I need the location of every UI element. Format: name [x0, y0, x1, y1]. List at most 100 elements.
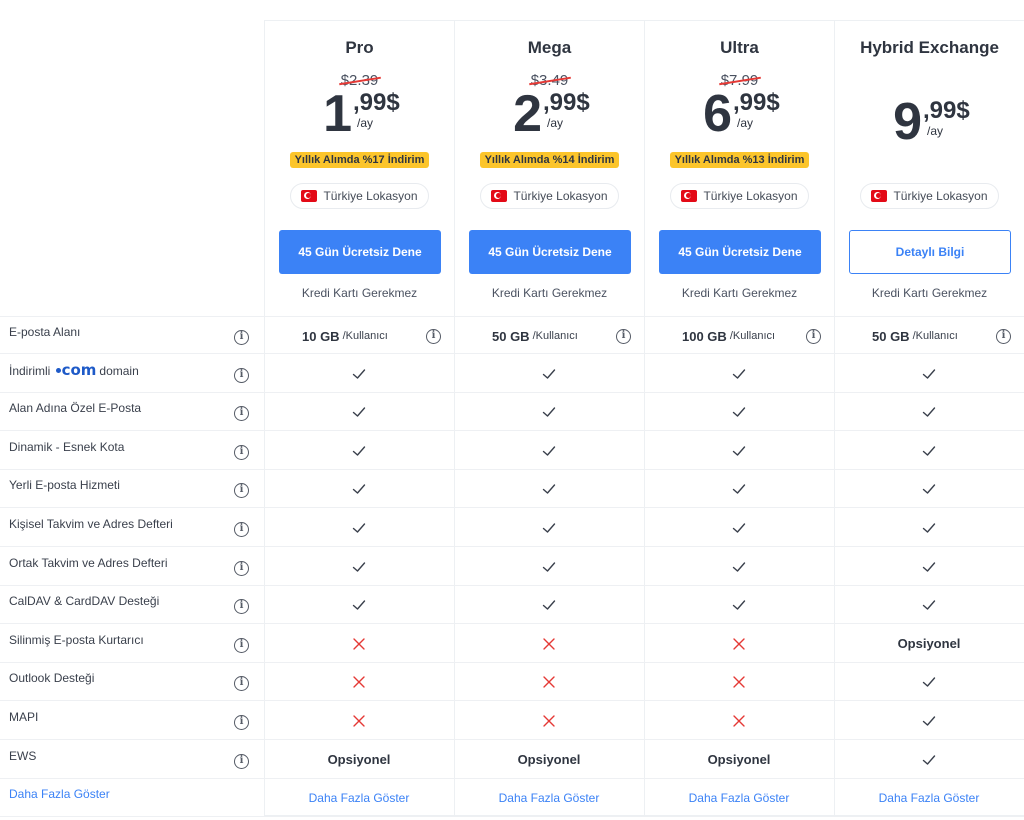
quota-cell: 50 GB/Kullanıcı i [454, 317, 644, 355]
info-icon[interactable]: i [234, 406, 249, 422]
check-cell [834, 663, 1024, 701]
free-trial-button[interactable]: 45 Gün Ücretsiz Dene [469, 230, 631, 274]
check-cell [264, 470, 454, 508]
cross-icon [352, 714, 366, 728]
show-more-link[interactable]: Daha Fazla Göster [689, 791, 790, 805]
price-integer: 6 [703, 85, 732, 143]
show-more-link[interactable]: Daha Fazla Göster [879, 791, 980, 805]
info-icon[interactable]: i [234, 330, 249, 345]
check-icon [541, 597, 557, 613]
location-badge: Türkiye Lokasyon [455, 183, 644, 209]
info-icon[interactable]: i [234, 637, 249, 653]
turkey-flag-icon [681, 190, 698, 202]
info-icon[interactable]: i [806, 329, 821, 344]
optional-label: Opsiyonel [897, 636, 961, 652]
info-icon[interactable]: i [234, 715, 249, 730]
cross-icon [542, 714, 556, 728]
feature-label: Outlook Desteği [9, 671, 95, 686]
info-icon[interactable]: i [234, 753, 249, 769]
optional-label: Opsiyonel [517, 752, 581, 768]
optional-cell: Opsiyonel [454, 741, 644, 779]
cross-cell [454, 663, 644, 701]
check-cell [834, 470, 1024, 508]
info-icon[interactable]: i [234, 367, 249, 383]
check-cell [644, 509, 834, 547]
check-icon [351, 443, 367, 459]
feature-row-custom-domain-email: Alan Adına Özel E-Posta i [0, 393, 1024, 432]
quota-cell: 100 GB/Kullanıcı i [644, 317, 834, 355]
check-cell [644, 548, 834, 586]
quota-cell: 50 GB/Kullanıcı i [834, 317, 1024, 355]
cross-icon [352, 637, 366, 651]
check-icon [541, 404, 557, 420]
show-more-link[interactable]: Daha Fazla Göster [309, 791, 410, 805]
info-icon[interactable]: i [616, 329, 631, 344]
info-icon[interactable]: i [234, 444, 249, 460]
no-card-note: Kredi Kartı Gerekmez [491, 286, 608, 300]
check-cell [264, 509, 454, 547]
info-icon[interactable]: i [426, 329, 441, 344]
check-cell [454, 470, 644, 508]
check-icon [921, 597, 937, 613]
feature-label: CalDAV & CardDAV Desteği [9, 594, 160, 609]
location-badge: Türkiye Lokasyon [835, 183, 1024, 209]
check-icon [921, 559, 937, 575]
check-icon [351, 597, 367, 613]
check-cell [264, 432, 454, 470]
price: 1 ,99$ /ay [265, 85, 454, 145]
show-more-cell: Daha Fazla Göster [834, 779, 1024, 817]
feature-label: E-posta Alanı [9, 325, 81, 339]
no-card-note: Kredi Kartı Gerekmez [871, 286, 988, 300]
info-icon[interactable]: i [234, 676, 249, 692]
price-decimal: ,99$ [353, 89, 400, 116]
info-icon[interactable]: i [234, 483, 249, 499]
free-trial-button[interactable]: 45 Gün Ücretsiz Dene [659, 230, 821, 274]
feature-label-suffix: domain [99, 363, 139, 378]
plan-name: Mega [527, 38, 572, 57]
optional-cell: Opsiyonel [264, 741, 454, 779]
info-icon[interactable]: i [234, 522, 249, 537]
check-cell [454, 355, 644, 393]
feature-label: Yerli E-posta Hizmeti [9, 478, 120, 493]
no-card-note: Kredi Kartı Gerekmez [681, 286, 798, 300]
cross-cell [644, 702, 834, 740]
show-more-cell: Daha Fazla Göster [264, 779, 454, 817]
feature-label: MAPI [9, 710, 39, 724]
check-cell [264, 548, 454, 586]
details-button[interactable]: Detaylı Bilgi [849, 230, 1011, 274]
info-icon[interactable]: i [234, 599, 249, 615]
plan-name: Pro [345, 38, 374, 57]
quota-value: 100 GB [682, 328, 727, 344]
feature-label: Kişisel Takvim ve Adres Defteri [9, 517, 173, 531]
check-cell [834, 741, 1024, 779]
show-more-cell: Daha Fazla Göster [454, 779, 644, 817]
cross-cell [454, 702, 644, 740]
info-icon[interactable]: i [234, 560, 249, 576]
cross-cell [454, 625, 644, 663]
feature-row-shared-calendar: Ortak Takvim ve Adres Defteri i [0, 548, 1024, 586]
optional-cell: Opsiyonel [834, 625, 1024, 663]
check-cell [834, 355, 1024, 393]
free-trial-button[interactable]: 45 Gün Ücretsiz Dene [279, 230, 441, 274]
quota-unit: /Kullanıcı [729, 330, 776, 342]
price-period: /ay [927, 124, 944, 138]
quota-cell: 10 GB/Kullanıcı i [264, 317, 454, 355]
turkey-flag-icon [301, 190, 318, 202]
feature-label-prefix: İndirimli [9, 363, 51, 378]
cross-cell [264, 702, 454, 740]
check-icon [351, 520, 367, 536]
check-cell [644, 355, 834, 393]
info-icon[interactable]: i [996, 329, 1011, 344]
check-icon [351, 481, 367, 497]
show-more-link[interactable]: Daha Fazla Göster [9, 787, 110, 801]
check-cell [834, 586, 1024, 624]
check-cell [834, 509, 1024, 547]
cross-icon [542, 675, 556, 689]
feature-label: Alan Adına Özel E-Posta [9, 401, 142, 416]
check-cell [264, 393, 454, 431]
check-icon [541, 481, 557, 497]
turkey-flag-icon [491, 190, 508, 202]
cross-icon [732, 714, 746, 728]
show-more-link[interactable]: Daha Fazla Göster [499, 791, 600, 805]
check-icon [351, 366, 367, 382]
